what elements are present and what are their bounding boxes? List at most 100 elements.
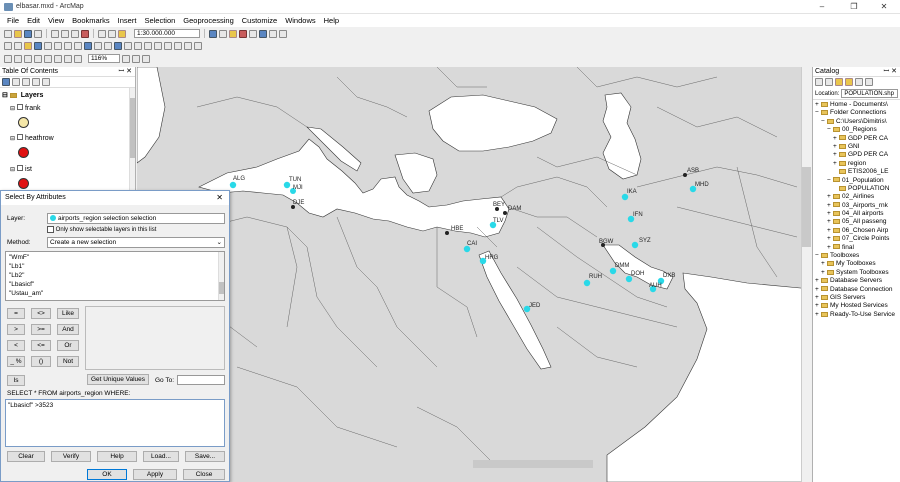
swipe-icon[interactable] xyxy=(194,41,202,50)
catalog-item[interactable]: − Folder Connections xyxy=(815,109,898,117)
list-by-source-icon[interactable] xyxy=(12,78,20,86)
pan-icon[interactable] xyxy=(24,41,32,50)
zoom-percent-combo[interactable]: 116% xyxy=(88,54,120,63)
layer-item-ist[interactable]: ⊟ ist xyxy=(10,165,133,173)
clear-selection-icon[interactable] xyxy=(94,41,102,50)
catalog-item[interactable]: + System Toolboxes xyxy=(815,269,898,277)
where-clause-textarea[interactable]: "Lbasicf" >3523 xyxy=(5,399,225,447)
get-unique-values-button[interactable]: Get Unique Values xyxy=(87,374,149,385)
list-by-drawing-order-icon[interactable] xyxy=(2,78,10,86)
ok-button[interactable]: OK xyxy=(87,469,127,480)
focus-data-frame-icon[interactable] xyxy=(132,54,140,63)
go-to-xy-icon[interactable] xyxy=(174,41,182,50)
pin-icon[interactable]: ꟷ ✕ xyxy=(883,67,897,77)
location-input[interactable]: POPULATION.shp xyxy=(841,89,898,98)
method-select[interactable]: Create a new selection ⌄ xyxy=(47,237,225,248)
find-icon[interactable] xyxy=(154,41,162,50)
menu-windows[interactable]: Windows xyxy=(281,14,319,27)
catalog-item[interactable]: + GIS Servers xyxy=(815,294,898,302)
zoom-whole-page-icon[interactable] xyxy=(34,54,42,63)
layer-visibility-checkbox[interactable] xyxy=(16,165,23,171)
close-window-button[interactable]: ✕ xyxy=(870,1,898,13)
operator-and-button[interactable]: And xyxy=(57,324,79,335)
back-icon[interactable] xyxy=(815,78,823,86)
expand-icon[interactable]: ⊟ xyxy=(10,106,15,112)
catalog-item[interactable]: +02_Airlines xyxy=(815,193,898,201)
chevron-down-icon[interactable]: ⌄ xyxy=(217,238,222,248)
catalog-item[interactable]: −01_Population xyxy=(815,177,898,185)
clear-button[interactable]: Clear xyxy=(7,451,45,462)
forward-icon[interactable] xyxy=(74,41,82,50)
menu-customize[interactable]: Customize xyxy=(238,14,281,27)
catalog-item[interactable]: + Ready-To-Use Service xyxy=(815,311,898,319)
save-button[interactable]: Save... xyxy=(185,451,225,462)
expand-icon[interactable]: ⊟ xyxy=(10,136,15,142)
operator-or-button[interactable]: Or xyxy=(57,340,79,351)
layer-symbol-frank[interactable] xyxy=(18,117,29,128)
toc-options-icon[interactable] xyxy=(42,78,50,86)
unique-values-list[interactable] xyxy=(85,306,225,370)
select-elements-icon[interactable] xyxy=(104,41,112,50)
catalog-item[interactable]: + My Toolboxes xyxy=(815,260,898,268)
layer-symbol-heathrow[interactable] xyxy=(18,147,29,158)
python-window-icon[interactable] xyxy=(249,29,257,38)
modelbuilder-icon[interactable] xyxy=(269,29,277,38)
catalog-window-icon[interactable] xyxy=(229,29,237,38)
catalog-item[interactable]: + final xyxy=(815,244,898,252)
search-window-icon[interactable] xyxy=(259,29,267,38)
open-icon[interactable] xyxy=(14,29,22,38)
menu-help[interactable]: Help xyxy=(320,14,343,27)
fixed-zoom-out-icon[interactable] xyxy=(54,41,62,50)
maximize-button[interactable]: ❐ xyxy=(840,1,868,13)
arctoolbox-icon[interactable] xyxy=(239,29,247,38)
map-view[interactable]: ALG TUN MJI DJE BEY DAM TLV HBE CAI HRG … xyxy=(137,67,811,482)
catalog-item[interactable]: −00_Regions xyxy=(815,126,898,134)
new-document-icon[interactable] xyxy=(4,29,12,38)
scale-combo[interactable]: 1:30.000.000 xyxy=(134,29,200,38)
zoom-out-icon[interactable] xyxy=(14,41,22,50)
catalog-item[interactable]: +04_All airports xyxy=(815,210,898,218)
find-route-icon[interactable] xyxy=(164,41,172,50)
home-icon[interactable] xyxy=(845,78,853,86)
map-scrollbar-vertical[interactable] xyxy=(801,67,811,482)
map-scrollbar-horizontal[interactable] xyxy=(473,460,593,468)
catalog-item[interactable]: +06_Chosen Airp xyxy=(815,227,898,235)
catalog-item[interactable]: + Database Servers xyxy=(815,277,898,285)
field-item[interactable]: "Lb1" xyxy=(9,262,221,271)
pin-icon[interactable]: ꟷ ✕ xyxy=(118,67,132,77)
toggle-draft-icon[interactable] xyxy=(122,54,130,63)
layout-pan-icon[interactable] xyxy=(24,54,32,63)
catalog-item[interactable]: + GNI xyxy=(815,143,898,151)
operator-greater-button[interactable]: > xyxy=(7,324,25,335)
print-icon[interactable] xyxy=(34,29,42,38)
editor-toolbar-icon[interactable] xyxy=(209,29,217,38)
help-icon[interactable] xyxy=(279,29,287,38)
operator-less-button[interactable]: < xyxy=(7,340,25,351)
dialog-close-icon[interactable]: ✕ xyxy=(216,191,223,205)
layer-visibility-checkbox[interactable] xyxy=(16,104,23,110)
identify-icon[interactable] xyxy=(114,41,122,50)
only-selectable-checkbox[interactable] xyxy=(47,226,54,233)
zoom-100-icon[interactable] xyxy=(44,54,52,63)
layout-forward-icon[interactable] xyxy=(74,54,82,63)
catalog-item[interactable]: − Toolboxes xyxy=(815,252,898,260)
operator-greater-equal-button[interactable]: >= xyxy=(31,324,51,335)
go-to-input[interactable] xyxy=(177,375,225,385)
apply-button[interactable]: Apply xyxy=(133,469,177,480)
fixed-zoom-in-icon[interactable] xyxy=(44,41,52,50)
operator-not-equals-button[interactable]: <> xyxy=(31,308,51,319)
help-button[interactable]: Help xyxy=(97,451,137,462)
catalog-item[interactable]: + GPD PER CA xyxy=(815,151,898,159)
cut-icon[interactable] xyxy=(51,29,59,38)
layout-back-icon[interactable] xyxy=(64,54,72,63)
catalog-item[interactable]: + Home - Documents\ xyxy=(815,101,898,109)
delete-icon[interactable] xyxy=(81,29,89,38)
layer-item-frank[interactable]: ⊟ frank xyxy=(10,104,133,112)
table-of-contents-icon[interactable] xyxy=(219,29,227,38)
catalog-item[interactable]: + My Hosted Services xyxy=(815,302,898,310)
fields-list[interactable]: "WmF" "Lb1" "Lb2" "Lbasicf" "Ustau_am" xyxy=(5,251,225,301)
operator-equals-button[interactable]: = xyxy=(7,308,25,319)
layer-visibility-checkbox[interactable] xyxy=(16,134,23,140)
layer-symbol-ist[interactable] xyxy=(18,178,29,189)
catalog-item[interactable]: +05_All passeng xyxy=(815,218,898,226)
